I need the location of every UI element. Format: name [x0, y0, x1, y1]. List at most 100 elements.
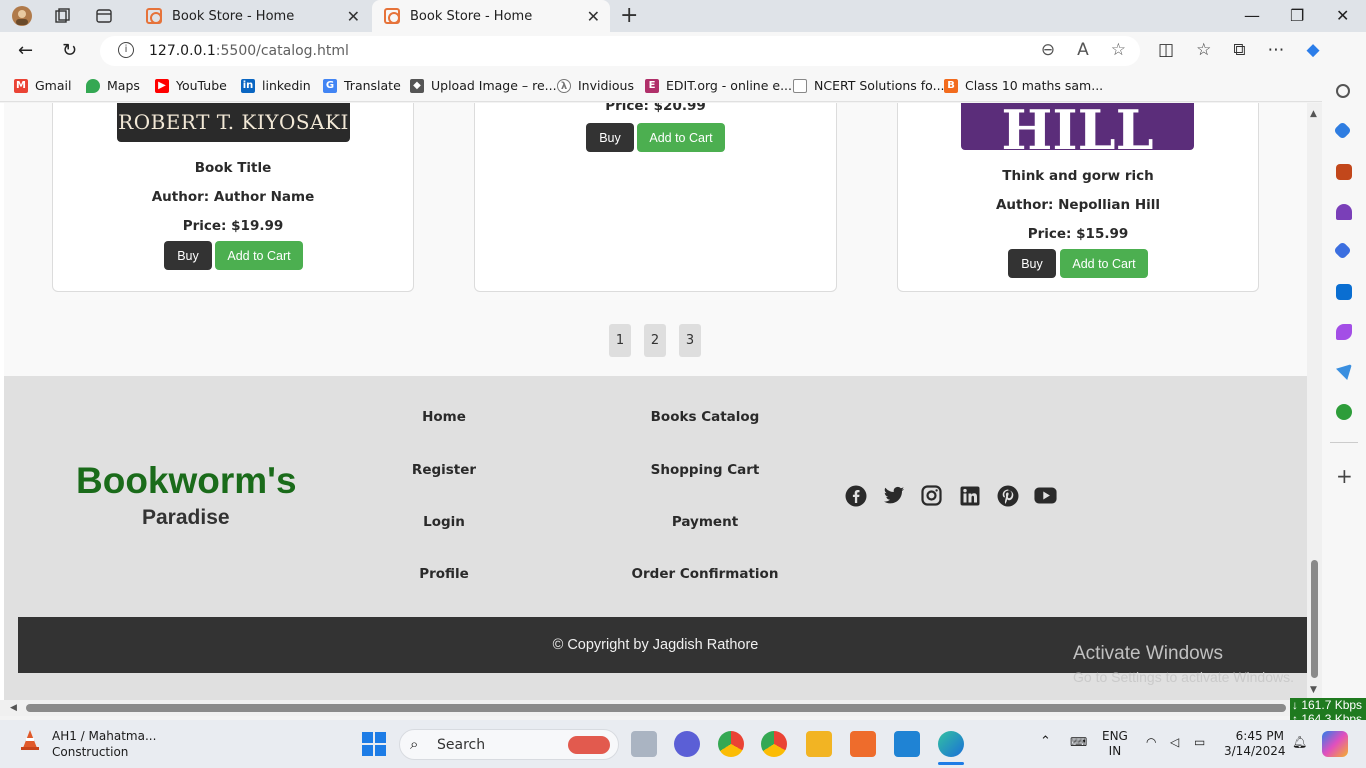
horizontal-scrollbar[interactable]: ◀ — [0, 700, 1322, 716]
vertical-scrollbar[interactable]: ▲ ▼ — [1307, 103, 1322, 700]
traffic-cone-icon — [21, 730, 39, 750]
close-tab-icon[interactable]: ✕ — [347, 7, 360, 26]
footer-link-payment[interactable]: Payment — [605, 514, 805, 530]
favorites-icon[interactable]: ☆ — [1196, 40, 1211, 60]
horizontal-scroll-thumb[interactable] — [26, 704, 1286, 712]
clock[interactable]: 6:45 PM 3/14/2024 — [1224, 729, 1286, 759]
wifi-icon[interactable]: ◠ — [1146, 735, 1156, 750]
keyboard-icon[interactable]: ⌨ — [1070, 735, 1087, 750]
xampp-icon[interactable] — [850, 731, 876, 757]
bookmark-translate[interactable]: G Translate — [323, 78, 401, 93]
bookmark-invidious[interactable]: λ Invidious — [557, 78, 634, 93]
edge-icon[interactable] — [938, 731, 964, 757]
bookmark-gmail[interactable]: M Gmail — [14, 78, 71, 93]
bookmark-ncert[interactable]: NCERT Solutions fo... — [793, 78, 945, 93]
footer-link-books-catalog[interactable]: Books Catalog — [605, 409, 805, 425]
outlook-icon[interactable] — [1336, 284, 1352, 300]
twitter-icon[interactable] — [882, 484, 905, 507]
windows-start-icon[interactable] — [362, 732, 386, 760]
page-link-3[interactable]: 3 — [679, 324, 701, 357]
address-bar-row: ← ↻ i 127.0.0.1:5500/catalog.html ⊖ A ☆ … — [0, 32, 1366, 70]
book-card: ROBERT T. KIYOSAKI Book Title Author: Au… — [52, 103, 414, 292]
add-to-cart-button[interactable]: Add to Cart — [215, 241, 303, 270]
footer-link-shopping-cart[interactable]: Shopping Cart — [605, 462, 805, 478]
read-aloud-icon[interactable]: A — [1077, 40, 1089, 60]
shopping-icon[interactable] — [1333, 121, 1352, 140]
youtube-icon[interactable] — [1034, 484, 1057, 507]
scroll-down-arrow-icon[interactable]: ▼ — [1310, 685, 1317, 695]
bookmark-edit-org[interactable]: E EDIT.org - online e... — [645, 78, 792, 93]
games-icon[interactable] — [1336, 204, 1352, 220]
tab-actions-icon[interactable] — [92, 4, 116, 28]
scroll-left-arrow-icon[interactable]: ◀ — [10, 703, 17, 713]
minimize-icon[interactable]: — — [1244, 6, 1260, 25]
meet-icon[interactable] — [674, 731, 700, 757]
chrome-icon[interactable] — [718, 731, 744, 757]
restore-icon[interactable]: ❐ — [1290, 6, 1304, 25]
footer-link-login[interactable]: Login — [344, 514, 544, 530]
weather-title: AH1 / Mahatma... — [52, 729, 157, 743]
facebook-icon[interactable] — [844, 484, 867, 507]
refresh-icon[interactable]: ↻ — [62, 40, 77, 61]
vertical-scroll-thumb[interactable] — [1311, 560, 1318, 678]
pinterest-icon[interactable] — [996, 484, 1019, 507]
zoom-out-icon[interactable]: ⊖ — [1041, 40, 1055, 60]
file-explorer-icon[interactable] — [806, 731, 832, 757]
bookmark-class10[interactable]: B Class 10 maths sam... — [944, 78, 1103, 93]
copilot-icon[interactable]: ◆ — [1306, 40, 1319, 60]
tree-icon[interactable] — [1336, 404, 1352, 420]
tools-icon[interactable] — [1336, 164, 1352, 180]
footer-link-order-confirmation[interactable]: Order Confirmation — [605, 566, 805, 582]
copilot-taskbar-icon[interactable] — [1322, 731, 1348, 757]
workspaces-icon[interactable] — [50, 4, 74, 28]
page-link-2[interactable]: 2 — [644, 324, 666, 357]
task-view-icon[interactable] — [631, 731, 657, 757]
bookmark-upload-image[interactable]: ◆ Upload Image – re... — [410, 78, 557, 93]
back-icon[interactable]: ← — [18, 40, 33, 61]
linkedin-icon[interactable] — [958, 484, 981, 507]
url-input[interactable]: i 127.0.0.1:5500/catalog.html ⊖ A ☆ — [100, 36, 1140, 66]
add-sidebar-item-icon[interactable]: + — [1336, 464, 1353, 488]
instagram-icon[interactable] — [920, 484, 943, 507]
chrome-profile-icon[interactable] — [761, 731, 787, 757]
new-tab-icon[interactable]: + — [620, 3, 638, 28]
more-menu-icon[interactable]: ⋯ — [1267, 40, 1284, 60]
bookmark-youtube[interactable]: ▶ YouTube — [155, 78, 227, 93]
vscode-icon[interactable] — [894, 731, 920, 757]
buy-button[interactable]: Buy — [1008, 249, 1056, 278]
profile-avatar-icon[interactable] — [10, 4, 34, 28]
notifications-icon[interactable]: 🔔︎ — [1292, 735, 1307, 750]
volume-icon[interactable]: ◁ — [1170, 735, 1179, 750]
book-title: Book Title — [194, 160, 272, 176]
footer-link-register[interactable]: Register — [344, 462, 544, 478]
page-link-1[interactable]: 1 — [609, 324, 631, 357]
taskbar-search[interactable]: ⌕ Search — [399, 729, 619, 760]
collections-icon[interactable]: ⧉ — [1233, 40, 1245, 60]
language-indicator[interactable]: ENG IN — [1102, 729, 1128, 759]
buy-button[interactable]: Buy — [586, 123, 634, 152]
battery-icon[interactable]: ▭ — [1194, 735, 1205, 750]
tab-book-store-2[interactable]: Book Store - Home ✕ — [372, 0, 610, 32]
scroll-up-arrow-icon[interactable]: ▲ — [1310, 109, 1317, 119]
microsoft365-icon[interactable] — [1333, 241, 1352, 260]
search-icon[interactable] — [1336, 84, 1350, 98]
tray-overflow-chevron-icon[interactable]: ⌃ — [1040, 734, 1051, 749]
buy-button[interactable]: Buy — [164, 241, 212, 270]
bookmark-maps[interactable]: Maps — [86, 78, 140, 93]
close-window-icon[interactable]: ✕ — [1336, 6, 1349, 25]
bookmark-linkedin[interactable]: in linkedin — [241, 78, 311, 93]
close-tab-icon[interactable]: ✕ — [587, 7, 600, 26]
page-icon — [793, 78, 807, 93]
split-screen-icon[interactable]: ◫ — [1158, 40, 1174, 60]
add-to-cart-button[interactable]: Add to Cart — [637, 123, 725, 152]
weather-widget[interactable]: AH1 / Mahatma... Construction — [18, 728, 156, 760]
send-icon[interactable] — [1336, 364, 1352, 380]
add-to-cart-button[interactable]: Add to Cart — [1060, 249, 1148, 278]
favorite-star-icon[interactable]: ☆ — [1111, 40, 1126, 60]
tab-book-store-1[interactable]: Book Store - Home ✕ — [134, 0, 370, 32]
footer-link-profile[interactable]: Profile — [344, 566, 544, 582]
footer-link-home[interactable]: Home — [344, 409, 544, 425]
site-info-icon[interactable]: i — [118, 42, 134, 58]
designer-icon[interactable] — [1336, 324, 1352, 340]
search-icon: ⌕ — [410, 735, 419, 753]
